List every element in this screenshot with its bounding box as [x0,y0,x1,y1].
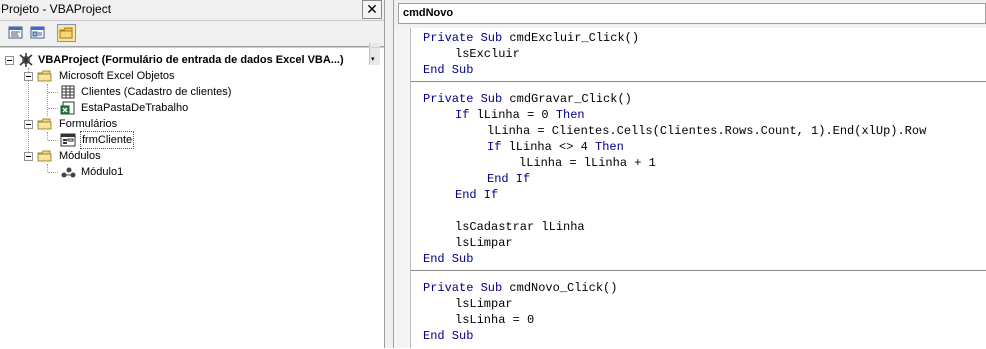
code-margin-indicator-bar[interactable] [394,28,411,348]
tree-connector [47,132,48,140]
tree-item-label: frmCliente [79,131,135,149]
module-icon [61,167,76,178]
code-line[interactable]: Private Sub cmdExcluir_Click() [423,30,639,46]
object-dropdown[interactable]: cmdNovo [398,3,986,24]
folder-icon [37,70,52,82]
code-text: cmdExcluir_Click() [509,31,640,45]
collapse-project-icon[interactable] [5,56,14,65]
folder-icon [37,118,52,130]
code-text: lsLinha = 0 [455,313,535,327]
code-line[interactable]: lsCadastrar lLinha [455,219,585,235]
code-line[interactable]: End If [455,187,498,203]
folder-label: Módulos [59,150,101,162]
code-text: lLinha = Clientes.Cells(Clientes.Rows.Co… [487,124,927,138]
collapse-folder-icon[interactable] [24,152,33,161]
code-line[interactable]: End Sub [423,62,473,78]
code-line[interactable]: End Sub [423,251,473,267]
tree-item-label: Clientes (Cadastro de clientes) [81,86,232,98]
tree-project-label: VBAProject (Formulário de entrada de dad… [38,54,344,66]
code-window: cmdNovo Private Sub cmdExcluir_Click() ls… [394,0,986,348]
toggle-folders-icon [59,27,73,39]
code-keyword: End Sub [423,63,474,77]
code-text: lsLimpar [455,236,513,250]
code-line[interactable]: Private Sub cmdGravar_Click() [423,91,632,107]
code-keyword: Private Sub [423,31,510,45]
tree-connector [28,68,29,156]
view-code-icon [8,26,23,39]
code-line[interactable]: If lLinha <> 4 Then [487,139,624,155]
tree-item-label: Módulo1 [81,166,124,178]
tree-connector [48,172,58,173]
code-line[interactable]: End If [487,171,530,187]
code-text: lsLimpar [455,297,513,311]
view-code-button[interactable] [6,24,25,42]
code-editor[interactable]: Private Sub cmdExcluir_Click() lsExcluir E… [411,28,986,348]
code-text: lLinha = lLinha + 1 [519,156,656,170]
collapse-folder-icon[interactable] [24,72,33,81]
code-keyword: End If [487,172,531,186]
procedure-separator [411,81,986,82]
project-explorer-toolbar: ▾ [0,21,384,65]
code-line[interactable]: lsLimpar [455,235,513,251]
tree-connector [47,84,48,116]
folder-icon [37,150,52,162]
procedure-separator [411,270,986,271]
vba-project-icon [19,53,33,67]
collapse-folder-icon[interactable] [24,120,33,129]
code-keyword: Private Sub [423,281,510,295]
tree-connector [47,164,48,172]
code-line[interactable]: lLinha = Clientes.Cells(Clientes.Rows.Co… [487,123,926,139]
code-text: cmdGravar_Click() [509,92,632,106]
code-text: lLinha = 0 [476,108,556,122]
view-object-icon [30,26,45,39]
tree-connector [48,108,58,109]
tree-item-label: EstaPastaDeTrabalho [81,102,189,114]
code-keyword: End Sub [423,329,474,343]
worksheet-icon [61,85,75,99]
code-keyword: End Sub [423,252,474,266]
code-keyword: Then [555,108,585,122]
project-tree: VBAProject (Formulário de entrada de dad… [0,47,384,349]
toggle-folders-button[interactable] [57,24,76,42]
code-text: lsExcluir [455,47,520,61]
code-keyword: Private Sub [423,92,510,106]
code-line[interactable]: Private Sub cmdNovo_Click() [423,280,617,296]
code-window-combo-bar: cmdNovo [394,0,986,28]
code-keyword: If [487,140,509,154]
code-keyword: If [455,108,477,122]
view-object-button[interactable] [28,24,47,42]
workbook-icon [60,101,75,115]
code-keyword: Then [595,140,624,154]
code-text: cmdNovo_Click() [509,281,618,295]
folder-label: Microsoft Excel Objetos [59,70,175,82]
code-line[interactable]: lsLinha = 0 [455,312,534,328]
code-line[interactable]: lsExcluir [455,46,520,62]
code-text: lsCadastrar lLinha [455,220,585,234]
tree-connector [48,92,58,93]
close-icon[interactable]: ✕ [362,0,382,19]
code-line[interactable]: lsLimpar [455,296,513,312]
code-text: lLinha <> 4 [508,140,596,154]
userform-icon [60,133,76,147]
project-explorer-title: Projeto - VBAProject [1,2,112,16]
code-line[interactable]: End Sub [423,328,473,344]
code-line[interactable]: lLinha = lLinha + 1 [519,155,656,171]
code-line[interactable]: If lLinha = 0 Then [455,107,585,123]
folder-label: Formulários [59,118,118,130]
code-keyword: End If [455,188,499,202]
project-explorer-titlebar: Projeto - VBAProject ✕ [0,0,384,21]
panel-splitter[interactable] [384,0,394,348]
tree-connector [48,140,58,141]
project-explorer-panel: Projeto - VBAProject ✕ ▾ VBAProject (For… [0,0,384,348]
